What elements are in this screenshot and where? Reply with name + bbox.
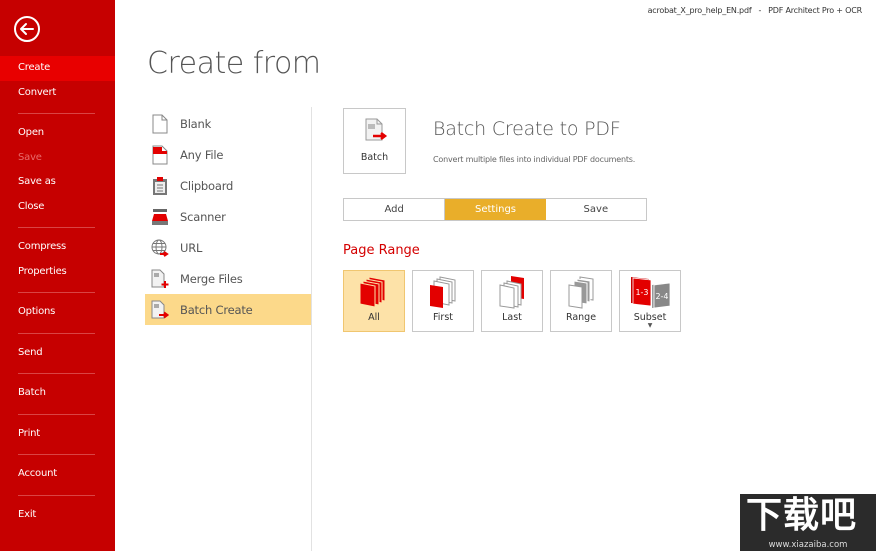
sidebar-item-print[interactable]: Print [0,422,115,447]
sidebar-divider [0,105,115,121]
back-arrow-icon [14,16,40,42]
sidebar-item-exit[interactable]: Exit [0,503,115,528]
range-option-all[interactable]: All [343,270,405,332]
sidebar-item-compress[interactable]: Compress [0,235,115,260]
sidebar-divider [0,219,115,235]
sidebar: Create Convert Open Save Save as Close C… [0,0,115,551]
source-label: URL [180,240,203,255]
tab-add[interactable]: Add [344,199,444,220]
range-option-first[interactable]: First [412,270,474,332]
url-globe-icon [151,238,169,258]
watermark-url: www.xiazaiba.com [768,540,848,550]
all-pages-icon [344,275,404,309]
panel-divider [311,107,312,551]
page-range-icon [551,275,611,309]
batch-create-icon [364,118,388,148]
source-label: Merge Files [180,271,243,286]
tab-save[interactable]: Save [546,199,646,220]
merge-files-icon [151,269,169,289]
document-name: acrobat_X_pro_help_EN.pdf [647,6,752,15]
source-label: Batch Create [180,302,253,317]
sidebar-item-batch[interactable]: Batch [0,381,115,406]
source-item-scanner[interactable]: Scanner [145,201,312,232]
sidebar-item-close[interactable]: Close [0,195,115,220]
batch-tabs: Add Settings Save [343,198,647,221]
batch-tile-button[interactable]: Batch [343,108,406,174]
range-option-label: Last [502,312,522,323]
window-title: acrobat_X_pro_help_EN.pdf - PDF Architect … [647,6,863,15]
sidebar-nav: Create Convert Open Save Save as Close C… [0,56,115,527]
source-item-batch-create[interactable]: Batch Create [145,294,312,325]
page-range-options: All First Last Range 2-4 1-3 Subset ▼ [343,270,688,332]
subset-badge-odd: 1-3 [635,288,648,297]
panel-title: Batch Create to PDF [433,118,621,140]
subset-badge-even: 2-4 [655,292,668,301]
panel-description: Convert multiple files into individual P… [433,155,636,164]
watermark: 下载吧 www.xiazaiba.com [740,494,876,551]
sidebar-item-save: Save [18,151,42,163]
sidebar-item-options[interactable]: Options [0,300,115,325]
source-label: Scanner [180,209,226,224]
any-file-icon [151,145,169,165]
source-label: Any File [180,147,224,162]
back-button[interactable] [13,15,41,43]
tab-settings[interactable]: Settings [444,199,546,220]
source-item-url[interactable]: URL [145,232,312,263]
sidebar-item-convert[interactable]: Convert [0,81,115,106]
range-option-last[interactable]: Last [481,270,543,332]
last-page-icon [482,275,542,309]
sidebar-item-create[interactable]: Create [0,56,115,81]
title-separator: - [758,6,762,15]
range-option-label: First [433,312,453,323]
watermark-logo: 下载吧 [746,495,858,536]
dropdown-caret-icon[interactable]: ▼ [620,322,680,329]
sidebar-divider [0,446,115,462]
source-label: Blank [180,116,212,131]
batch-create-icon [151,300,169,320]
blank-page-icon [151,114,169,134]
sidebar-divider [0,284,115,300]
source-item-merge-files[interactable]: Merge Files [145,263,312,294]
page-title: Create from [147,46,321,81]
sidebar-divider [0,487,115,503]
clipboard-icon [151,176,169,196]
range-option-label: All [368,312,380,323]
source-label: Clipboard [180,178,234,193]
sidebar-item-save-as[interactable]: Save as [0,170,115,195]
first-page-icon [413,275,473,309]
source-item-any-file[interactable]: Any File [145,139,312,170]
create-source-list: Blank Any File Clipboard Scanner URL Mer… [145,108,312,325]
source-item-blank[interactable]: Blank [145,108,312,139]
sidebar-item-open[interactable]: Open [0,121,115,146]
range-option-label: Range [565,312,597,323]
batch-tile-label: Batch [360,152,389,163]
range-option-range[interactable]: Range [550,270,612,332]
sidebar-divider [0,406,115,422]
scanner-icon [151,207,169,227]
sidebar-divider [0,365,115,381]
sidebar-divider [0,325,115,341]
app-name: PDF Architect Pro + OCR [768,6,862,15]
source-item-clipboard[interactable]: Clipboard [145,170,312,201]
sidebar-item-properties[interactable]: Properties [0,260,115,285]
subset-pages-icon: 2-4 1-3 [620,275,680,309]
sidebar-item-send[interactable]: Send [0,341,115,366]
page-range-heading: Page Range [343,243,420,258]
sidebar-item-account[interactable]: Account [0,462,115,487]
range-option-subset[interactable]: 2-4 1-3 Subset ▼ [619,270,681,332]
